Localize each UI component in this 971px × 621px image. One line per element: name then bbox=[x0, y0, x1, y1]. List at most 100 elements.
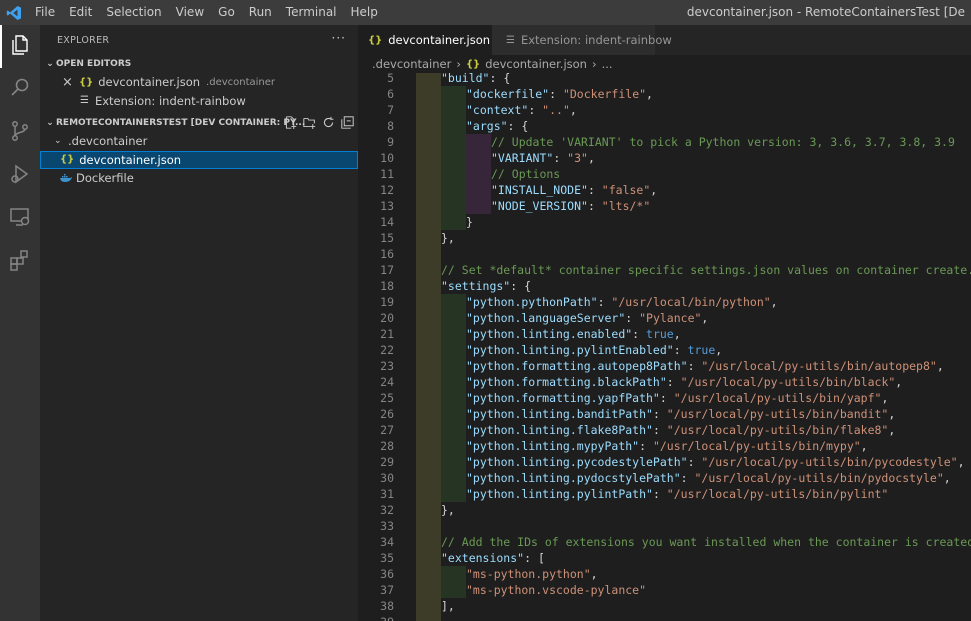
code-token: "3" bbox=[567, 151, 588, 165]
tab-extension-indent-rainbow[interactable]: ☰ Extension: indent-rainbow bbox=[492, 25, 672, 55]
indent-guide bbox=[416, 566, 441, 582]
breadcrumb-file[interactable]: devcontainer.json bbox=[485, 57, 587, 71]
breadcrumb-folder[interactable]: .devcontainer bbox=[372, 57, 451, 71]
code-token: , bbox=[957, 455, 965, 469]
line-number: 12 bbox=[380, 183, 394, 197]
menu-item-go[interactable]: Go bbox=[211, 0, 242, 25]
indent-guide bbox=[416, 438, 441, 454]
line-number: 25 bbox=[380, 391, 394, 405]
line-number: 26 bbox=[380, 407, 394, 421]
refresh-icon[interactable] bbox=[321, 115, 335, 129]
indent-guide bbox=[441, 310, 466, 326]
line-number: 33 bbox=[380, 519, 394, 533]
folder-item[interactable]: ⌄ .devcontainer bbox=[40, 132, 358, 151]
menu-item-run[interactable]: Run bbox=[242, 0, 279, 25]
line-number: 18 bbox=[380, 279, 394, 293]
line-number: 22 bbox=[380, 343, 394, 357]
open-editors-header[interactable]: ⌄ OPEN EDITORS bbox=[40, 55, 358, 73]
explorer-sidebar: EXPLORER ··· ⌄ OPEN EDITORS × {} devcont… bbox=[40, 25, 358, 621]
file-item[interactable]: Dockerfile bbox=[40, 169, 358, 188]
window-title: devcontainer.json - RemoteContainersTest… bbox=[686, 5, 965, 19]
menu-item-terminal[interactable]: Terminal bbox=[279, 0, 344, 25]
explorer-header: EXPLORER ··· bbox=[40, 25, 358, 55]
source-control-activity[interactable] bbox=[0, 111, 40, 154]
chevron-right-icon: › bbox=[591, 57, 597, 71]
code-token: // Update 'VARIANT' to pick a Python ver… bbox=[491, 135, 955, 149]
code-editor[interactable]: 5 "build": {6 "dockerfile": "Dockerfile", 7… bbox=[358, 73, 971, 621]
menu-item-help[interactable]: Help bbox=[344, 0, 385, 25]
open-editor-item[interactable]: × {} devcontainer.json .devcontainer bbox=[40, 73, 358, 92]
code-token: "NODE_VERSION" bbox=[491, 199, 588, 213]
more-actions-icon[interactable]: ··· bbox=[332, 31, 346, 45]
code-token: "args" bbox=[466, 119, 508, 133]
line-number: 24 bbox=[380, 375, 394, 389]
explorer-title: EXPLORER bbox=[57, 34, 110, 46]
menu-item-view[interactable]: View bbox=[169, 0, 211, 25]
code-token: "python.formatting.autopep8Path" bbox=[466, 359, 688, 373]
code-token: , bbox=[888, 423, 896, 437]
workspace-actions bbox=[283, 115, 354, 129]
docker-icon bbox=[60, 173, 72, 183]
code-line: "python.linting.banditPath": "/usr/local… bbox=[466, 406, 895, 422]
chevron-right-icon: › bbox=[456, 57, 461, 71]
code-line: "dockerfile": "Dockerfile", bbox=[466, 86, 653, 102]
title-bar: File Edit Selection View Go Run Terminal Help d… bbox=[0, 0, 971, 25]
folder-label: .devcontainer bbox=[68, 134, 148, 149]
code-token: "build" bbox=[441, 73, 490, 85]
code-line: }, bbox=[441, 230, 455, 246]
file-item-selected[interactable]: {} devcontainer.json bbox=[40, 150, 358, 169]
code-token: } bbox=[466, 215, 473, 229]
code-token: : [ bbox=[524, 551, 545, 565]
indent-guide bbox=[466, 182, 491, 198]
indent-guide bbox=[416, 86, 441, 102]
line-number: 19 bbox=[380, 295, 394, 309]
indent-guide bbox=[441, 566, 466, 582]
code-token: "false" bbox=[601, 183, 651, 197]
workspace-header[interactable]: ⌄ REMOTECONTAINERSTEST [DEV CONTAINER: P… bbox=[40, 114, 358, 132]
indent-guide bbox=[441, 422, 466, 438]
line-number: 29 bbox=[380, 455, 394, 469]
code-line: "ms-python.vscode-pylance" bbox=[466, 582, 646, 598]
tab-devcontainer-json[interactable]: {} devcontainer.json × bbox=[358, 25, 509, 55]
indent-guide bbox=[441, 582, 466, 598]
indent-guide bbox=[466, 134, 491, 150]
code-token: : bbox=[549, 87, 563, 101]
code-token: , bbox=[673, 327, 681, 341]
line-number: 36 bbox=[380, 567, 394, 581]
chevron-down-icon: ⌄ bbox=[54, 136, 62, 147]
remote-explorer-activity[interactable] bbox=[0, 197, 40, 240]
line-number: 15 bbox=[380, 231, 394, 245]
code-token: : bbox=[659, 391, 674, 405]
code-line: "python.linting.flake8Path": "/usr/local… bbox=[466, 422, 895, 438]
new-folder-icon[interactable] bbox=[302, 115, 316, 129]
code-token: : { bbox=[507, 119, 529, 133]
breadcrumb-symbol[interactable]: ... bbox=[602, 57, 613, 71]
indent-guide bbox=[416, 278, 441, 294]
run-debug-activity[interactable] bbox=[0, 154, 40, 197]
explorer-activity[interactable] bbox=[0, 25, 40, 68]
code-token: "/usr/local/py-utils/bin/flake8" bbox=[666, 423, 889, 437]
menu-item-edit[interactable]: Edit bbox=[62, 0, 99, 25]
code-token: "settings" bbox=[441, 279, 511, 293]
code-line: "context": "..", bbox=[466, 102, 577, 118]
indent-guide bbox=[416, 246, 441, 262]
extension-preview-icon: ☰ bbox=[506, 34, 515, 46]
menu-item-selection[interactable]: Selection bbox=[99, 0, 168, 25]
indent-guide bbox=[416, 614, 441, 621]
code-token: true bbox=[646, 327, 674, 341]
code-token: : bbox=[587, 199, 602, 213]
collapse-all-icon[interactable] bbox=[340, 115, 354, 129]
indent-guide bbox=[441, 438, 466, 454]
code-line: // Options bbox=[491, 166, 560, 182]
close-icon[interactable]: × bbox=[62, 75, 76, 90]
menu-item-file[interactable]: File bbox=[28, 0, 62, 25]
code-token: "python.languageServer" bbox=[466, 311, 626, 325]
open-editor-item[interactable]: ☰ Extension: indent-rainbow bbox=[40, 92, 358, 111]
line-number: 23 bbox=[380, 359, 394, 373]
code-line: "build": { bbox=[441, 73, 510, 86]
search-activity[interactable] bbox=[0, 68, 40, 111]
new-file-icon[interactable] bbox=[283, 115, 297, 129]
extensions-activity[interactable] bbox=[0, 240, 40, 283]
files-icon bbox=[8, 33, 32, 60]
code-token: "/usr/local/py-utils/bin/pydocstyle" bbox=[694, 471, 944, 485]
